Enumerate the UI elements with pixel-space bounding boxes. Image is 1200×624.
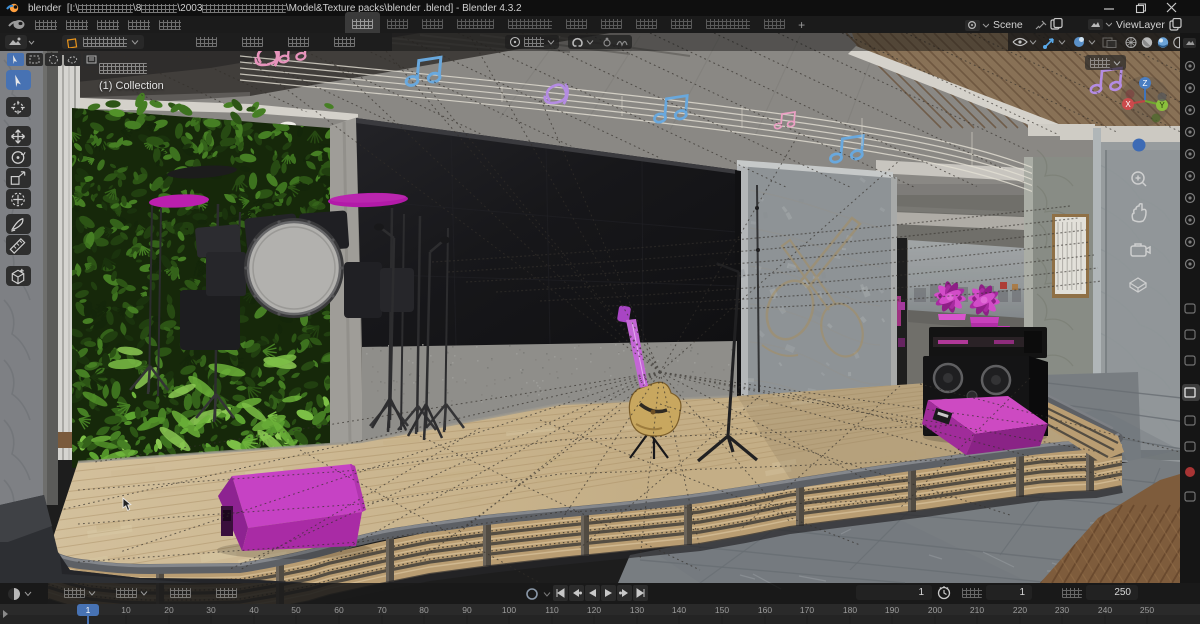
svg-text:140: 140 (672, 605, 686, 615)
svg-text:150: 150 (715, 605, 729, 615)
svg-text:20: 20 (164, 605, 174, 615)
svg-text:210: 210 (970, 605, 984, 615)
svg-text:X: X (1125, 100, 1131, 109)
svg-text:50: 50 (291, 605, 301, 615)
svg-text:160: 160 (758, 605, 772, 615)
svg-text:100: 100 (502, 605, 516, 615)
svg-text:250: 250 (1140, 605, 1154, 615)
svg-text:Y: Y (1159, 101, 1165, 110)
svg-text:170: 170 (800, 605, 814, 615)
svg-text:40: 40 (249, 605, 259, 615)
svg-text:190: 190 (885, 605, 899, 615)
svg-text:230: 230 (1055, 605, 1069, 615)
svg-text:120: 120 (587, 605, 601, 615)
svg-text:130: 130 (630, 605, 644, 615)
svg-text:240: 240 (1098, 605, 1112, 615)
svg-text:30: 30 (206, 605, 216, 615)
svg-text:60: 60 (334, 605, 344, 615)
svg-text:220: 220 (1013, 605, 1027, 615)
svg-text:80: 80 (419, 605, 429, 615)
svg-text:200: 200 (928, 605, 942, 615)
svg-text:180: 180 (843, 605, 857, 615)
svg-text:90: 90 (462, 605, 472, 615)
svg-text:Z: Z (1143, 79, 1148, 88)
svg-text:110: 110 (545, 605, 559, 615)
svg-text:70: 70 (377, 605, 387, 615)
svg-text:10: 10 (121, 605, 131, 615)
svg-text:1: 1 (86, 605, 91, 615)
